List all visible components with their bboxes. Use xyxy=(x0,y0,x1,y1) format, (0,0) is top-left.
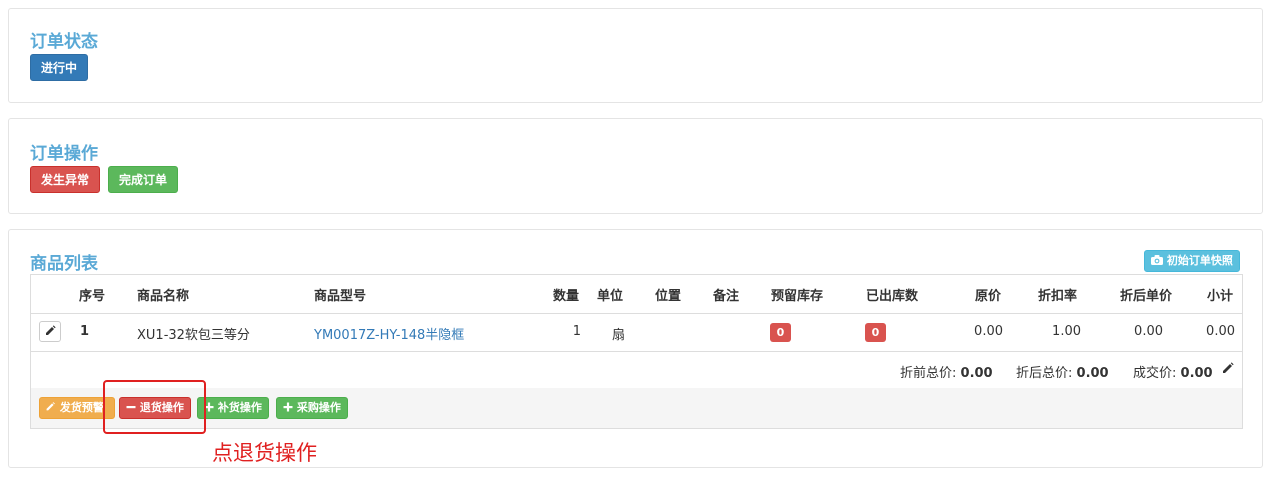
col-qty: 数量 xyxy=(553,289,580,304)
row-price: 0.00 xyxy=(974,324,1003,339)
deal-price: 成交价: 0.00 xyxy=(1133,362,1213,381)
row-discount: 1.00 xyxy=(1052,324,1081,339)
row-index: 1 xyxy=(80,324,90,339)
deal-price-value: 0.00 xyxy=(1180,366,1213,381)
col-price: 原价 xyxy=(975,289,1002,304)
row-model-link[interactable]: YM0017Z-HY-148半隐框 xyxy=(314,324,464,343)
before-total-value: 0.00 xyxy=(960,366,993,381)
ship-warning-label: 发货预警 xyxy=(59,401,104,414)
reserved-badge: 0 xyxy=(770,323,791,342)
camera-icon xyxy=(1151,255,1163,265)
restock-operation-label: 补货操作 xyxy=(217,401,262,414)
order-status-title: 订单状态 xyxy=(30,32,98,52)
col-location: 位置 xyxy=(655,289,682,304)
row-subtotal: 0.00 xyxy=(1206,324,1235,339)
after-total: 折后总价: 0.00 xyxy=(1016,362,1109,381)
product-table: 序号 商品名称 商品型号 数量 单位 位置 备注 预留库存 已出库数 原价 折扣… xyxy=(30,274,1243,429)
order-operations-title: 订单操作 xyxy=(30,144,98,164)
order-status-panel: 订单状态 进行中 xyxy=(8,8,1263,103)
purchase-operation-label: 采购操作 xyxy=(296,401,341,414)
row-qty: 1 xyxy=(572,324,581,339)
restock-operation-button[interactable]: 补货操作 xyxy=(197,397,269,419)
row-disc-price: 0.00 xyxy=(1134,324,1163,339)
plus-icon xyxy=(283,402,293,412)
shipped-badge: 0 xyxy=(865,323,886,342)
product-list-title: 商品列表 xyxy=(30,254,98,274)
annotation-text: 点退货操作 xyxy=(212,441,317,465)
col-model: 商品型号 xyxy=(314,289,367,304)
exception-button[interactable]: 发生异常 xyxy=(30,166,101,193)
complete-order-button[interactable]: 完成订单 xyxy=(108,166,179,193)
action-bar: 发货预警 退货操作 补货操作 采购操作 xyxy=(31,388,1242,428)
purchase-operation-button[interactable]: 采购操作 xyxy=(276,397,348,419)
deal-price-label: 成交价: xyxy=(1133,366,1177,381)
deal-price-edit-icon[interactable] xyxy=(1221,361,1235,379)
row-name: XU1-32软包三等分 xyxy=(137,328,250,343)
order-operations-panel: 订单操作 发生异常 完成订单 xyxy=(8,118,1263,214)
table-row: 1 XU1-32软包三等分 YM0017Z-HY-148半隐框 1 扇 0 0 … xyxy=(31,313,1242,352)
status-badge: 进行中 xyxy=(30,54,89,81)
initial-snapshot-label: 初始订单快照 xyxy=(1166,254,1233,267)
col-unit: 单位 xyxy=(597,289,624,304)
col-discount: 折扣率 xyxy=(1038,289,1078,304)
col-name: 商品名称 xyxy=(137,289,190,304)
col-note: 备注 xyxy=(713,289,740,304)
after-total-value: 0.00 xyxy=(1076,366,1109,381)
col-index: 序号 xyxy=(79,289,106,304)
row-unit: 扇 xyxy=(612,328,626,343)
col-disc-price: 折后单价 xyxy=(1120,289,1173,304)
col-reserved: 预留库存 xyxy=(771,289,824,304)
price-summary: 折前总价: 0.00 折后总价: 0.00 成交价: 0.00 xyxy=(31,351,1242,389)
pencil-icon xyxy=(46,325,56,335)
row-edit-button[interactable] xyxy=(39,321,61,342)
before-total-label: 折前总价: xyxy=(900,366,957,381)
before-total: 折前总价: 0.00 xyxy=(900,362,993,381)
table-header: 序号 商品名称 商品型号 数量 单位 位置 备注 预留库存 已出库数 原价 折扣… xyxy=(31,275,1242,314)
highlight-box xyxy=(103,380,206,434)
after-total-label: 折后总价: xyxy=(1016,366,1073,381)
pencil-icon xyxy=(46,402,55,411)
col-subtotal: 小计 xyxy=(1207,289,1234,304)
col-shipped: 已出库数 xyxy=(866,289,919,304)
initial-snapshot-button[interactable]: 初始订单快照 xyxy=(1144,250,1240,272)
